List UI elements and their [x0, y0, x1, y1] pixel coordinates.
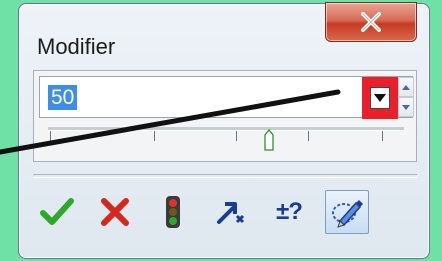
redirect-button[interactable]	[209, 190, 253, 234]
slider-track	[48, 127, 404, 131]
value-slider[interactable]	[48, 121, 404, 157]
spin-down-button[interactable]	[398, 97, 414, 117]
traffic-light-icon	[166, 196, 180, 228]
spin-up-icon	[402, 84, 410, 90]
spin-down-icon	[402, 104, 410, 110]
value-input[interactable]: 50	[39, 76, 414, 119]
slider-thumb[interactable]	[264, 129, 274, 151]
divider	[33, 174, 417, 178]
value-panel: 50	[33, 70, 417, 162]
value-text: 50	[48, 85, 78, 110]
dropdown-arrow-icon	[374, 94, 386, 102]
spinner	[398, 77, 414, 117]
modifier-dialog: Modifier 50 ±?	[18, 2, 430, 259]
red-x-icon	[101, 198, 129, 226]
green-check-icon	[40, 198, 74, 225]
slider-tick	[154, 131, 155, 141]
slider-tick	[236, 131, 237, 141]
cancel-button[interactable]	[93, 190, 137, 234]
slider-tick	[382, 131, 383, 141]
blue-arrow-icon	[217, 202, 245, 224]
spin-up-button[interactable]	[398, 77, 414, 97]
pen-lasso-icon	[332, 200, 363, 228]
stage: Modifier 50 ±?	[0, 0, 442, 261]
dropdown-button[interactable]	[362, 77, 398, 119]
close-x-icon	[361, 12, 381, 32]
toolbar: ±?	[35, 190, 383, 234]
close-button[interactable]	[325, 2, 417, 42]
slider-tick	[50, 131, 51, 141]
pen-tool-button[interactable]	[325, 190, 369, 234]
window-title: Modifier	[37, 34, 116, 59]
tolerance-button[interactable]: ±?	[267, 190, 311, 234]
plus-minus-question-icon: ±?	[276, 198, 303, 225]
slider-tick	[308, 131, 309, 141]
title-bar[interactable]: Modifier	[19, 2, 429, 62]
traffic-light-button[interactable]	[151, 190, 195, 234]
dropdown-inner	[370, 87, 390, 109]
accept-button[interactable]	[35, 190, 79, 234]
